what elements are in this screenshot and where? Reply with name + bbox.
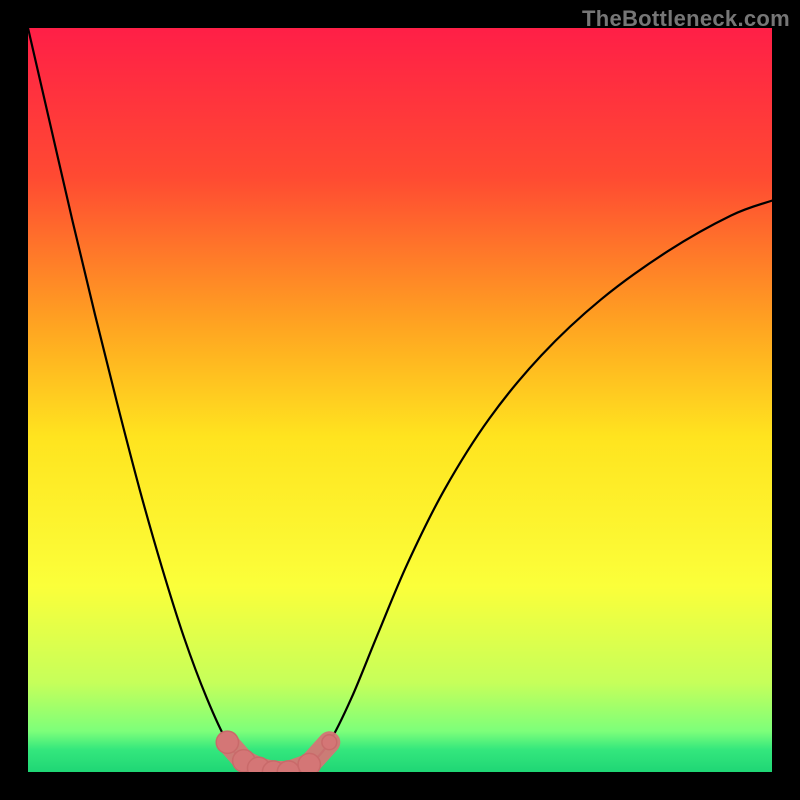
highlight-dot <box>298 753 320 772</box>
highlight-dot <box>216 731 238 753</box>
highlight-dot <box>322 735 337 750</box>
chart-frame: TheBottleneck.com <box>0 0 800 800</box>
chart-svg <box>28 28 772 772</box>
plot-area <box>28 28 772 772</box>
gradient-background <box>28 28 772 772</box>
watermark-text: TheBottleneck.com <box>582 6 790 32</box>
